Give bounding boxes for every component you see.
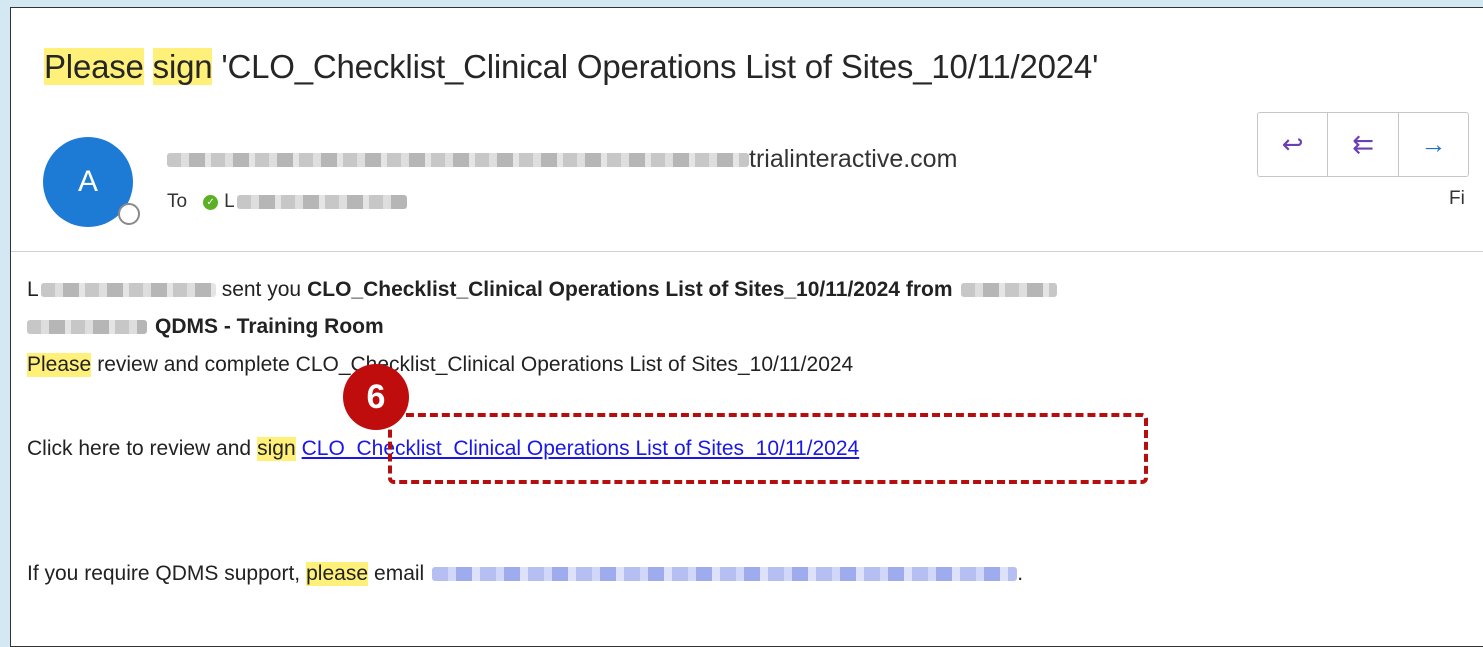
reply-button[interactable]: ↩	[1258, 113, 1329, 176]
body-line-review: Please review and complete CLO_Checklist…	[27, 353, 853, 377]
redacted-company	[960, 283, 1057, 297]
body-highlight-please-2: please	[306, 562, 369, 586]
link-highlight-callout	[388, 413, 1148, 484]
body-review-text: review and complete CLO_Checklist_Clinic…	[97, 353, 854, 376]
redacted-company-2	[27, 320, 147, 334]
body-line-support: If you require QDMS support, please emai…	[27, 562, 1023, 586]
forward-icon: →	[1420, 129, 1447, 159]
reply-all-icon: ⇇	[1352, 129, 1374, 159]
avatar-initial: A	[77, 165, 98, 198]
recipient-line: To ✓ L	[167, 191, 407, 213]
subject-highlight-please: Please	[44, 48, 144, 85]
subject-text: 'CLO_Checklist_Clinical Operations List …	[221, 48, 1099, 85]
redacted-recipient	[236, 195, 407, 209]
recipient-initial[interactable]: L	[224, 191, 235, 213]
body-period: .	[1017, 562, 1024, 585]
body-sent-you: sent you	[221, 278, 302, 301]
forward-button[interactable]: →	[1399, 113, 1468, 176]
body-sender-initial: L	[27, 278, 39, 301]
redacted-body-sender	[40, 283, 216, 297]
sender-domain: trialinteractive.com	[749, 145, 958, 173]
redacted-support-email-link[interactable]	[432, 567, 1018, 581]
reply-all-button[interactable]: ⇇	[1328, 113, 1399, 176]
to-label: To	[167, 191, 188, 212]
body-room-name: QDMS - Training Room	[155, 315, 384, 338]
body-support-text: If you require QDMS support,	[27, 562, 301, 585]
date-fragment: Fi	[1449, 188, 1465, 209]
body-click-here-text: Click here to review and	[27, 437, 252, 460]
header-divider	[11, 251, 1483, 252]
body-email-text: email	[374, 562, 425, 585]
body-doc-name: CLO_Checklist_Clinical Operations List o…	[307, 278, 953, 301]
step-badge: 6	[343, 364, 409, 430]
sender-address[interactable]: trialinteractive.com	[167, 145, 957, 174]
message-actions: ↩ ⇇ →	[1257, 112, 1469, 177]
redacted-sender	[167, 152, 749, 167]
email-reading-pane: Please sign 'CLO_Checklist_Clinical Oper…	[10, 7, 1483, 647]
body-line-sender: L sent you CLO_Checklist_Clinical Operat…	[27, 278, 1057, 302]
subject-highlight-sign: sign	[152, 48, 213, 85]
step-number: 6	[366, 377, 386, 416]
body-highlight-please: Please	[27, 353, 92, 377]
presence-status-icon	[118, 203, 140, 225]
body-line-room: QDMS - Training Room	[27, 315, 384, 339]
reply-icon: ↩	[1281, 129, 1304, 159]
body-highlight-sign: sign	[257, 437, 296, 461]
email-subject: Please sign 'CLO_Checklist_Clinical Oper…	[44, 48, 1098, 86]
check-icon: ✓	[203, 194, 219, 210]
